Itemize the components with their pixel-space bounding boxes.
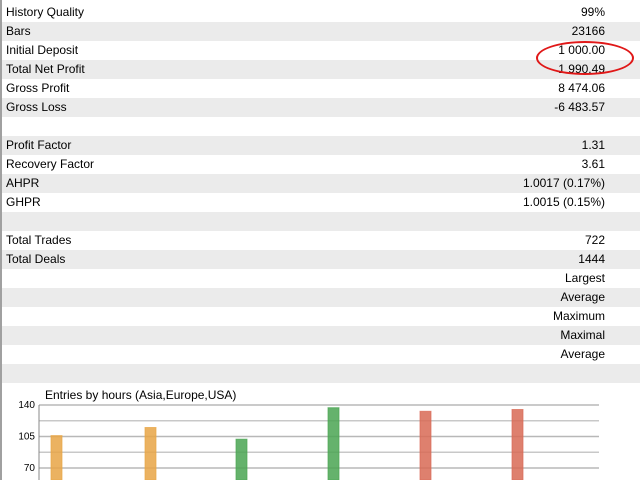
row-value: Average <box>560 347 605 361</box>
table-row: Profit Factor 1.31 <box>2 136 640 155</box>
row-label: Bars <box>6 24 31 38</box>
row-value: 1444 <box>578 252 605 266</box>
table-row: AHPR 1.0017 (0.17%) <box>2 174 640 193</box>
row-value: 1.31 <box>581 138 605 152</box>
table-row: Largest <box>2 269 640 288</box>
row-label: Total Deals <box>6 252 66 266</box>
bar <box>144 427 157 480</box>
table-row: History Quality 99% <box>2 3 640 22</box>
table-row: Gross Profit 8 474.06 <box>2 79 640 98</box>
bar <box>511 409 524 480</box>
table-row: Bars 23166 <box>2 22 640 41</box>
row-label: GHPR <box>6 195 41 209</box>
row-value: 1.0015 (0.15%) <box>522 195 605 209</box>
bar <box>327 407 340 480</box>
table-row <box>2 364 640 383</box>
table-row: GHPR 1.0015 (0.15%) <box>2 193 640 212</box>
row-value: 1.0017 (0.17%) <box>522 176 605 190</box>
table-row: Average <box>2 288 640 307</box>
bar <box>419 410 432 480</box>
table-row: Total Trades 722 <box>2 231 640 250</box>
y-tick-label: 105 <box>18 432 35 443</box>
row-label: Gross Profit <box>6 81 70 95</box>
table-row <box>2 117 640 136</box>
row-label: Profit Factor <box>6 138 72 152</box>
row-value: Maximum <box>552 309 605 323</box>
row-value: 23166 <box>571 24 605 38</box>
row-value: 99% <box>580 5 605 19</box>
row-label: AHPR <box>6 176 40 190</box>
bar <box>235 438 248 480</box>
row-label: Total Trades <box>6 233 72 247</box>
chart-title: Entries by hours (Asia,Europe,USA) <box>45 388 236 402</box>
row-value: -6 483.57 <box>554 100 605 114</box>
row-value: Maximal <box>560 328 605 342</box>
row-value: 3.61 <box>581 157 605 171</box>
chart-svg: Entries by hours (Asia,Europe,USA) 140 105… <box>18 388 599 480</box>
row-value: Average <box>560 290 605 304</box>
row-value: 8 474.06 <box>558 81 605 95</box>
strategy-report: History Quality 99% Bars 23166 Initial Depos… <box>0 0 640 480</box>
table-row: Total Deals 1444 <box>2 250 640 269</box>
y-tick-label: 70 <box>24 463 36 474</box>
row-label: Recovery Factor <box>6 157 95 171</box>
table-row: Gross Loss -6 483.57 <box>2 98 640 117</box>
row-value: Largest <box>564 271 605 285</box>
row-label: Total Net Profit <box>6 62 85 76</box>
row-value: 722 <box>584 233 605 247</box>
row-label: History Quality <box>6 5 85 19</box>
table-row <box>2 212 640 231</box>
table-row: Maximum <box>2 307 640 326</box>
table-row: Average <box>2 345 640 364</box>
y-tick-label: 140 <box>18 400 35 411</box>
entries-by-hours-chart: Entries by hours (Asia,Europe,USA) 140 105… <box>2 382 640 480</box>
row-label: Initial Deposit <box>6 43 79 57</box>
highlight-ellipse <box>536 41 634 75</box>
bar <box>50 435 63 480</box>
row-label: Gross Loss <box>6 100 67 114</box>
table-row: Recovery Factor 3.61 <box>2 155 640 174</box>
table-row: Maximal <box>2 326 640 345</box>
